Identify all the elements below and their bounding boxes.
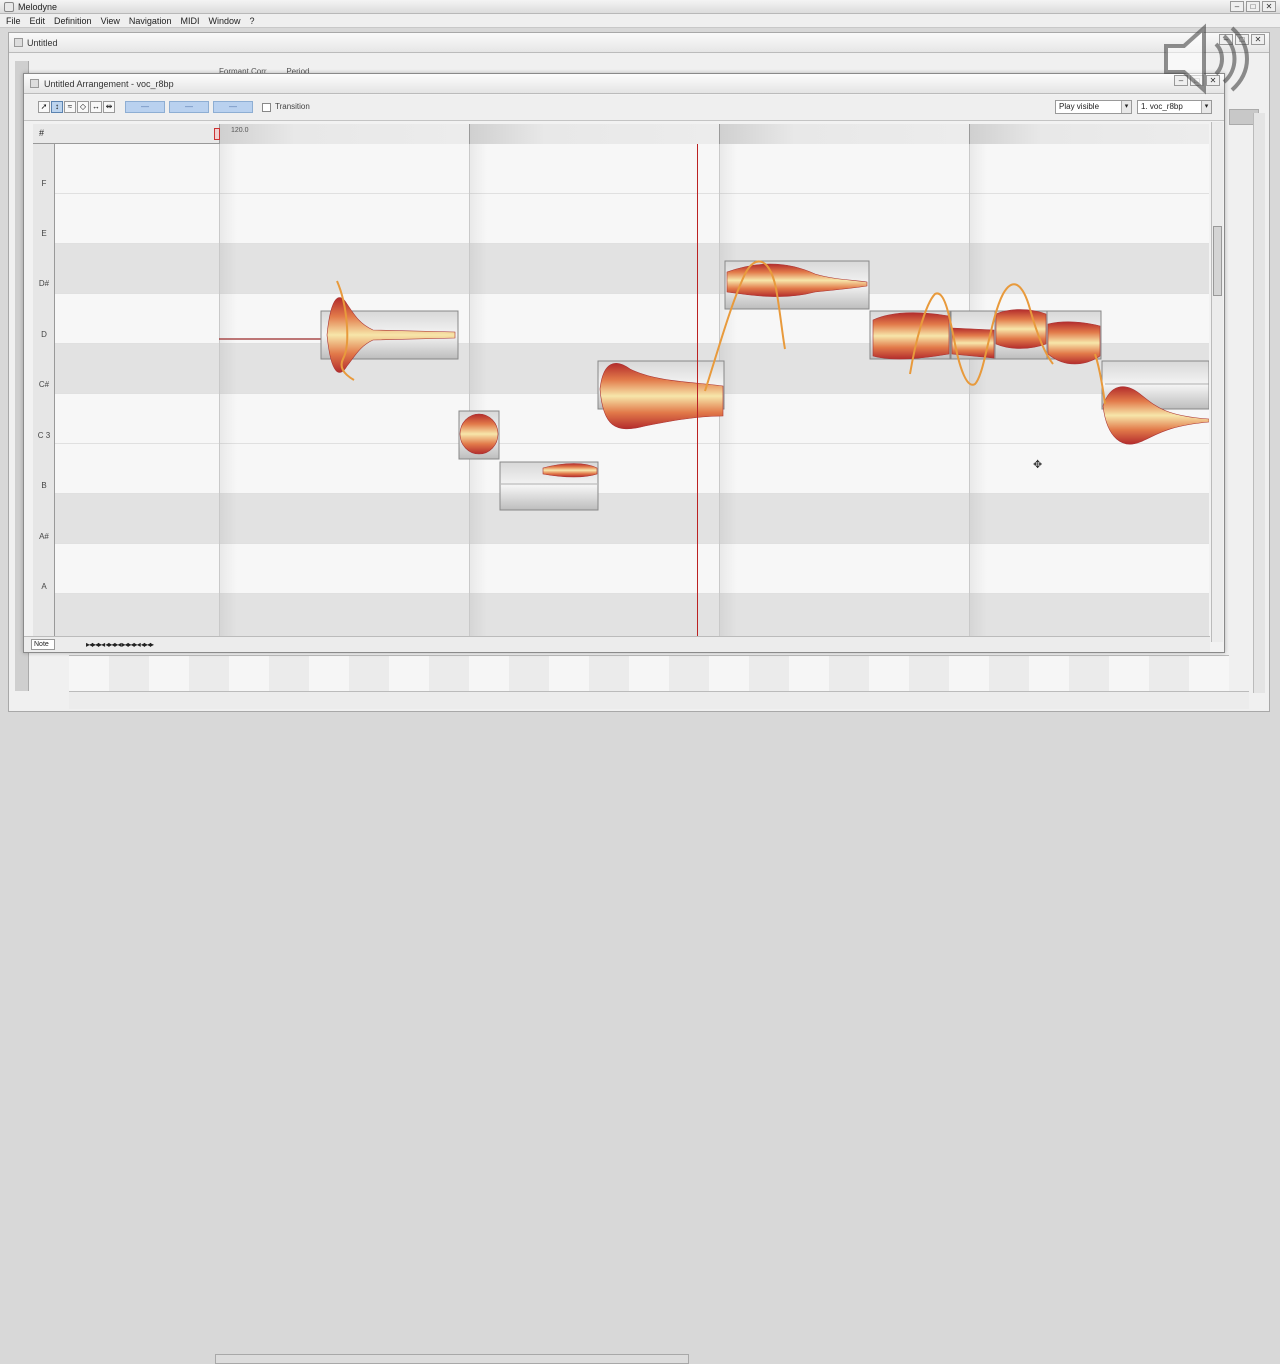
speaker-muted-icon [1164,23,1249,95]
app-title: Melodyne [18,2,58,12]
track-dropdown[interactable]: 1. voc_r8bp ▾ [1137,100,1212,114]
arrangement-icon [30,79,39,88]
note-mode-select[interactable]: Note [31,639,55,650]
arrangement-vertical-scrollbar[interactable] [1211,122,1223,642]
note-blob[interactable] [994,309,1048,360]
amplitude-tool-icon[interactable]: ◇ [77,101,89,113]
note-editor: 120.0 # F E D# D C# C 3 B A# A ✥ [33,124,1209,637]
scroll-thumb[interactable] [1213,226,1222,296]
document-vertical-scrollbar[interactable] [1253,113,1265,693]
formant-tool-icon[interactable]: ≈ [64,101,76,113]
separation-tool-icon[interactable]: ⇹ [103,101,115,113]
tempo-value: 120.0 [231,127,249,134]
arrangement-bottom-bar: Note ▸◂▸◂▸◂ ◂▸◂▸◂ ▸◂▸◂▸◂ ◂▸◂▸ [24,636,1210,652]
transition-checkbox[interactable] [262,103,271,112]
menu-view[interactable]: View [101,14,120,27]
pitch-label-c-sharp: C# [38,380,50,389]
document-bottom-area [69,655,1229,691]
document-bottom-bar [69,691,1249,1364]
note-blob[interactable] [320,280,459,381]
note-blob[interactable] [458,410,500,460]
cursor-icon: ✥ [1033,459,1043,471]
menu-edit[interactable]: Edit [30,14,46,27]
grid-toggle-icon[interactable]: # [39,128,44,138]
document-horizontal-scrollbar[interactable] [215,1354,689,1364]
app-title-bar: Melodyne – □ ✕ [0,0,1280,14]
note-mode-value: Note [34,641,49,648]
chevron-down-icon: ▾ [1121,101,1131,113]
play-visible-value: Play visible [1059,102,1100,111]
app-maximize-button[interactable]: □ [1246,1,1260,12]
pitch-label-d-sharp: D# [38,279,50,288]
playhead[interactable] [697,144,698,637]
note-grid[interactable]: ✥ [55,144,1209,637]
pitch-label-f: F [41,179,47,188]
menu-help[interactable]: ? [249,14,254,27]
pitch-label-e: E [41,229,47,238]
ruler-bar [719,124,969,144]
app-icon [4,2,14,12]
pitch-label-a: A [41,582,47,591]
pointer-tool-icon[interactable]: ➚ [38,101,50,113]
overview-glyphs: ▸◂▸◂▸◂ ◂▸◂▸◂ ▸◂▸◂▸◂ ◂▸◂▸ [86,640,154,649]
app-window-controls: – □ ✕ [1230,1,1276,12]
menu-midi[interactable]: MIDI [180,14,199,27]
pitch-label-d: D [41,330,47,339]
document-title: Untitled [27,38,58,48]
arrangement-window: Untitled Arrangement - voc_r8bp – □ ✕ ➚ … [23,73,1225,653]
quantize-macro-button[interactable]: — [213,101,253,113]
pitch-tool-icon[interactable]: ↕ [51,101,63,113]
pitch-label-c3: C 3 [37,431,51,440]
pitch-macro-button[interactable]: — [125,101,165,113]
menu-file[interactable]: File [6,14,21,27]
time-ruler[interactable]: 120.0 # [33,124,1209,144]
transition-label: Transition [275,102,310,111]
note-blob[interactable] [704,260,870,392]
note-blob[interactable] [869,310,951,360]
menu-definition[interactable]: Definition [54,14,92,27]
play-visible-dropdown[interactable]: Play visible ▾ [1055,100,1132,114]
app-minimize-button[interactable]: – [1230,1,1244,12]
note-blob[interactable] [499,461,599,511]
ruler-bar [219,124,469,144]
arrangement-title: Untitled Arrangement - voc_r8bp [44,79,174,89]
pitch-label-a-sharp: A# [39,532,49,541]
timing-tool-icon[interactable]: ↔ [90,101,102,113]
chevron-down-icon: ▾ [1201,101,1211,113]
menu-window[interactable]: Window [208,14,240,27]
tempo-marker-icon[interactable] [214,128,220,140]
pitch-ruler: F E D# D C# C 3 B A# A [33,144,55,637]
arrangement-toolbar: ➚ ↕ ≈ ◇ ↔ ⇹ — — — Transition Play visibl… [24,95,1224,121]
app-close-button[interactable]: ✕ [1262,1,1276,12]
note-blob[interactable] [1094,353,1209,445]
note-blob[interactable] [597,360,725,430]
blob-layer [219,260,1209,511]
ruler-bar [469,124,719,144]
overview-scrollbar[interactable]: ▸◂▸◂▸◂ ◂▸◂▸◂ ▸◂▸◂▸◂ ◂▸◂▸ [86,640,296,650]
track-value: 1. voc_r8bp [1141,102,1183,111]
document-icon [14,38,23,47]
pitch-label-b: B [41,481,47,490]
menu-bar: File Edit Definition View Navigation MID… [0,14,1280,28]
ruler-bar [969,124,1209,144]
document-title-bar: Untitled – □ ✕ [9,33,1269,53]
time-macro-button[interactable]: — [169,101,209,113]
menu-navigation[interactable]: Navigation [129,14,172,27]
note-blob[interactable] [1046,310,1102,365]
arrangement-title-bar: Untitled Arrangement - voc_r8bp – □ ✕ [24,74,1224,94]
